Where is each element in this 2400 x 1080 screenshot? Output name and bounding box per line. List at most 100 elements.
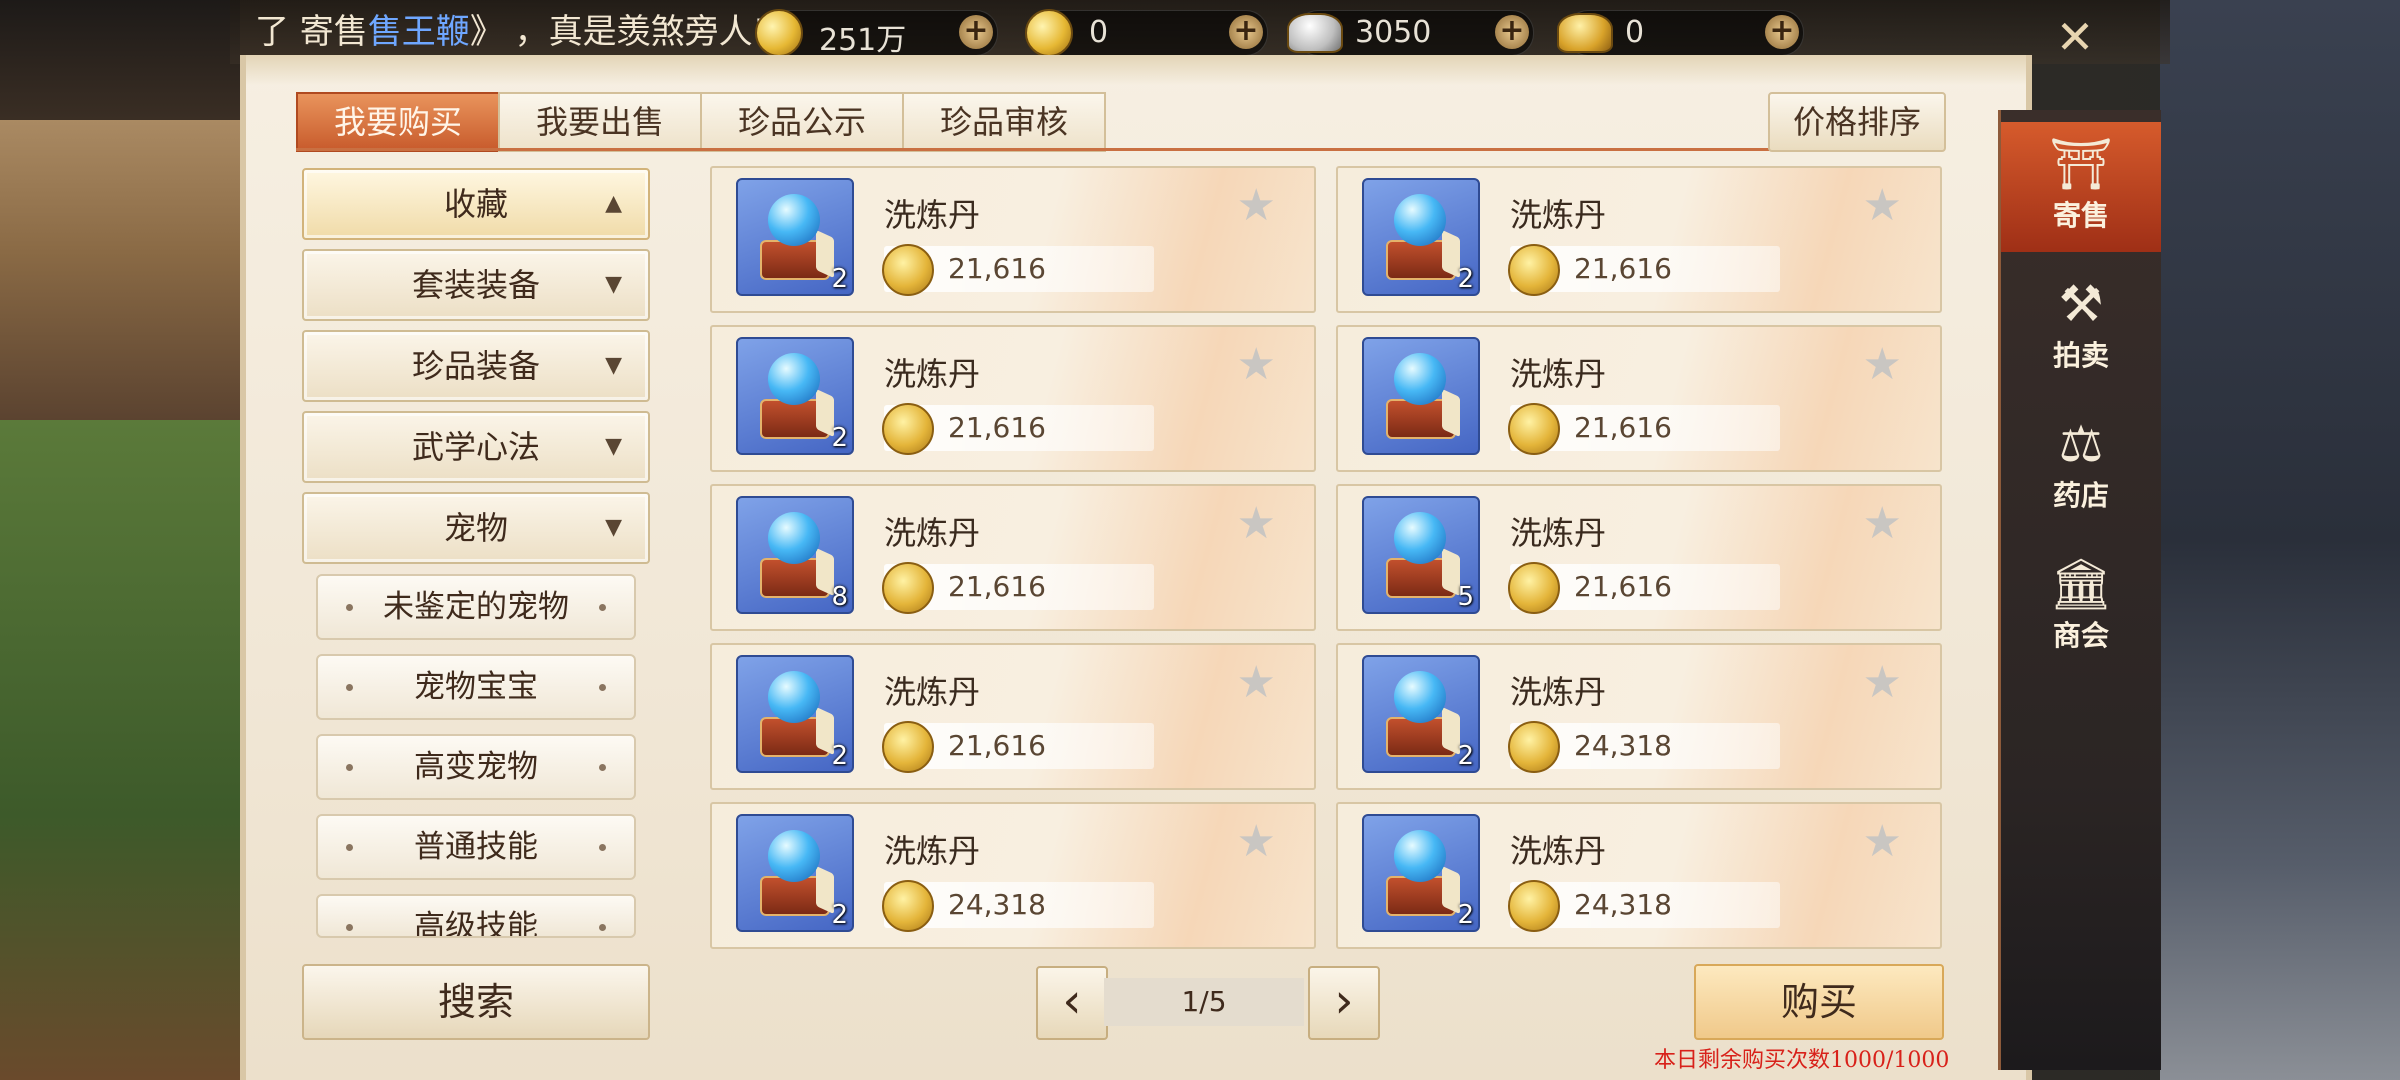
item-price-bar: 24,318	[1508, 880, 1780, 932]
item-card[interactable]: 2 洗炼丹 24,318 ★	[1336, 643, 1942, 790]
favorite-star-icon[interactable]: ★	[1863, 820, 1902, 864]
item-name: 洗炼丹	[1510, 832, 1607, 870]
item-card[interactable]: 2 洗炼丹 21,616 ★	[1336, 166, 1942, 313]
favorite-star-icon[interactable]: ★	[1237, 502, 1276, 546]
add-resource-button[interactable]: +	[1495, 15, 1529, 49]
resource-value: 0	[1089, 15, 1109, 50]
item-card[interactable]: 8 洗炼丹 21,616 ★	[710, 484, 1316, 631]
chevron-down-icon: ▼	[605, 515, 622, 540]
coin-icon	[882, 562, 934, 614]
item-card[interactable]: 2 洗炼丹 24,318 ★	[710, 802, 1316, 949]
item-quantity: 8	[831, 582, 848, 612]
favorite-star-icon[interactable]: ★	[1863, 661, 1902, 705]
item-price-bar: 24,318	[882, 880, 1154, 932]
item-price: 21,616	[948, 729, 1046, 762]
category-favorites[interactable]: 收藏 ▲	[302, 168, 650, 240]
add-resource-button[interactable]: +	[959, 15, 993, 49]
price-sort-button[interactable]: 价格排序	[1768, 92, 1946, 152]
chevron-down-icon: ▼	[605, 353, 622, 378]
background-roof	[0, 0, 240, 120]
side-nav-auction[interactable]: ⚒ 拍卖	[2001, 262, 2161, 392]
category-pets[interactable]: 宠物 ▼	[302, 492, 650, 564]
close-button[interactable]: ✕	[2046, 8, 2104, 66]
item-name: 洗炼丹	[884, 196, 981, 234]
side-nav-consignment[interactable]: ⛩ 寄售	[2001, 122, 2161, 252]
add-resource-button[interactable]: +	[1229, 15, 1263, 49]
item-quantity: 2	[831, 900, 848, 930]
category-label: 收藏	[443, 185, 508, 223]
item-price: 21,616	[1574, 252, 1672, 285]
subcategory-unidentified-pets[interactable]: 未鉴定的宠物	[316, 574, 636, 640]
category-martial-arts[interactable]: 武学心法 ▼	[302, 411, 650, 483]
subcategory-label: 普通技能	[414, 829, 538, 865]
side-nav-label: 拍卖	[2052, 339, 2109, 372]
search-button[interactable]: 搜索	[302, 964, 650, 1040]
item-name: 洗炼丹	[884, 355, 981, 393]
tab-treasure-public[interactable]: 珍品公示	[700, 92, 905, 152]
subcategory-pet-babies[interactable]: 宠物宝宝	[316, 654, 636, 720]
refining-pill-icon: 2	[736, 178, 854, 296]
gold-ingot-icon	[1557, 13, 1613, 53]
item-quantity: 2	[1457, 741, 1474, 771]
item-quantity: 5	[1457, 582, 1474, 612]
next-page-button[interactable]: ›	[1308, 966, 1380, 1040]
item-name: 洗炼丹	[1510, 355, 1607, 393]
coin-icon	[1508, 403, 1560, 455]
favorite-star-icon[interactable]: ★	[1863, 343, 1902, 387]
item-card[interactable]: 2 洗炼丹 24,318 ★	[1336, 802, 1942, 949]
background-right-scene	[2160, 0, 2400, 1080]
side-nav-pharmacy[interactable]: ⚖ 药店	[2001, 402, 2161, 532]
category-set-equipment[interactable]: 套装装备 ▼	[302, 249, 650, 321]
item-name: 洗炼丹	[884, 514, 981, 552]
item-card[interactable]: 2 洗炼丹 21,616 ★	[710, 325, 1316, 472]
item-card[interactable]: 洗炼丹 21,616 ★	[1336, 325, 1942, 472]
refining-pill-icon	[1362, 337, 1480, 455]
item-price: 24,318	[1574, 729, 1672, 762]
coin-icon	[755, 9, 803, 57]
favorite-star-icon[interactable]: ★	[1237, 661, 1276, 705]
subcategory-normal-skills[interactable]: 普通技能	[316, 814, 636, 880]
resource-gold-ingot: 0 +	[1557, 10, 1804, 56]
resource-value: 3050	[1355, 15, 1432, 50]
item-name: 洗炼丹	[1510, 196, 1607, 234]
coin-icon	[1025, 9, 1073, 57]
item-price: 21,616	[948, 570, 1046, 603]
tab-buy[interactable]: 我要购买	[296, 92, 501, 152]
tab-bar: 我要购买 我要出售 珍品公示 珍品审核	[296, 92, 1107, 152]
resource-coin: 0 +	[1025, 9, 1268, 57]
side-nav-guild[interactable]: 🏛 商会	[2001, 542, 2161, 672]
side-nav: ⛩ 寄售 ⚒ 拍卖 ⚖ 药店 🏛 商会	[1998, 110, 2161, 1070]
broadcast-marquee: 了 寄售售王鞭》 ，真是羡煞旁人!	[255, 4, 766, 53]
item-card[interactable]: 5 洗炼丹 21,616 ★	[1336, 484, 1942, 631]
coin-icon	[882, 403, 934, 455]
buy-button[interactable]: 购买	[1694, 964, 1944, 1040]
category-treasure-equipment[interactable]: 珍品装备 ▼	[302, 330, 650, 402]
item-quantity: 2	[1457, 264, 1474, 294]
coin-icon	[1508, 721, 1560, 773]
chevron-down-icon: ▼	[605, 434, 622, 459]
favorite-star-icon[interactable]: ★	[1863, 502, 1902, 546]
marquee-prefix: 了 寄售	[255, 12, 368, 52]
favorite-star-icon[interactable]: ★	[1237, 184, 1276, 228]
guild-hall-icon: 🏛	[2049, 555, 2113, 613]
item-price: 21,616	[948, 252, 1046, 285]
resource-value: 0	[1625, 15, 1645, 50]
add-resource-button[interactable]: +	[1765, 15, 1799, 49]
refining-pill-icon: 2	[1362, 655, 1480, 773]
category-label: 武学心法	[411, 428, 540, 466]
item-card[interactable]: 2 洗炼丹 21,616 ★	[710, 643, 1316, 790]
tab-sell[interactable]: 我要出售	[498, 92, 703, 152]
scale-icon: ⚖	[2058, 415, 2104, 473]
subcategory-advanced-skills[interactable]: 高级技能	[316, 894, 636, 938]
prev-page-button[interactable]: ‹	[1036, 966, 1108, 1040]
favorite-star-icon[interactable]: ★	[1863, 184, 1902, 228]
item-price: 24,318	[948, 888, 1046, 921]
refining-pill-icon: 2	[736, 655, 854, 773]
item-card[interactable]: 2 洗炼丹 21,616 ★	[710, 166, 1316, 313]
resource-silver-ingot: 3050 +	[1287, 10, 1534, 56]
favorite-star-icon[interactable]: ★	[1237, 343, 1276, 387]
coin-icon	[1508, 562, 1560, 614]
tab-treasure-review[interactable]: 珍品审核	[902, 92, 1107, 152]
favorite-star-icon[interactable]: ★	[1237, 820, 1276, 864]
subcategory-mutant-pets[interactable]: 高变宠物	[316, 734, 636, 800]
